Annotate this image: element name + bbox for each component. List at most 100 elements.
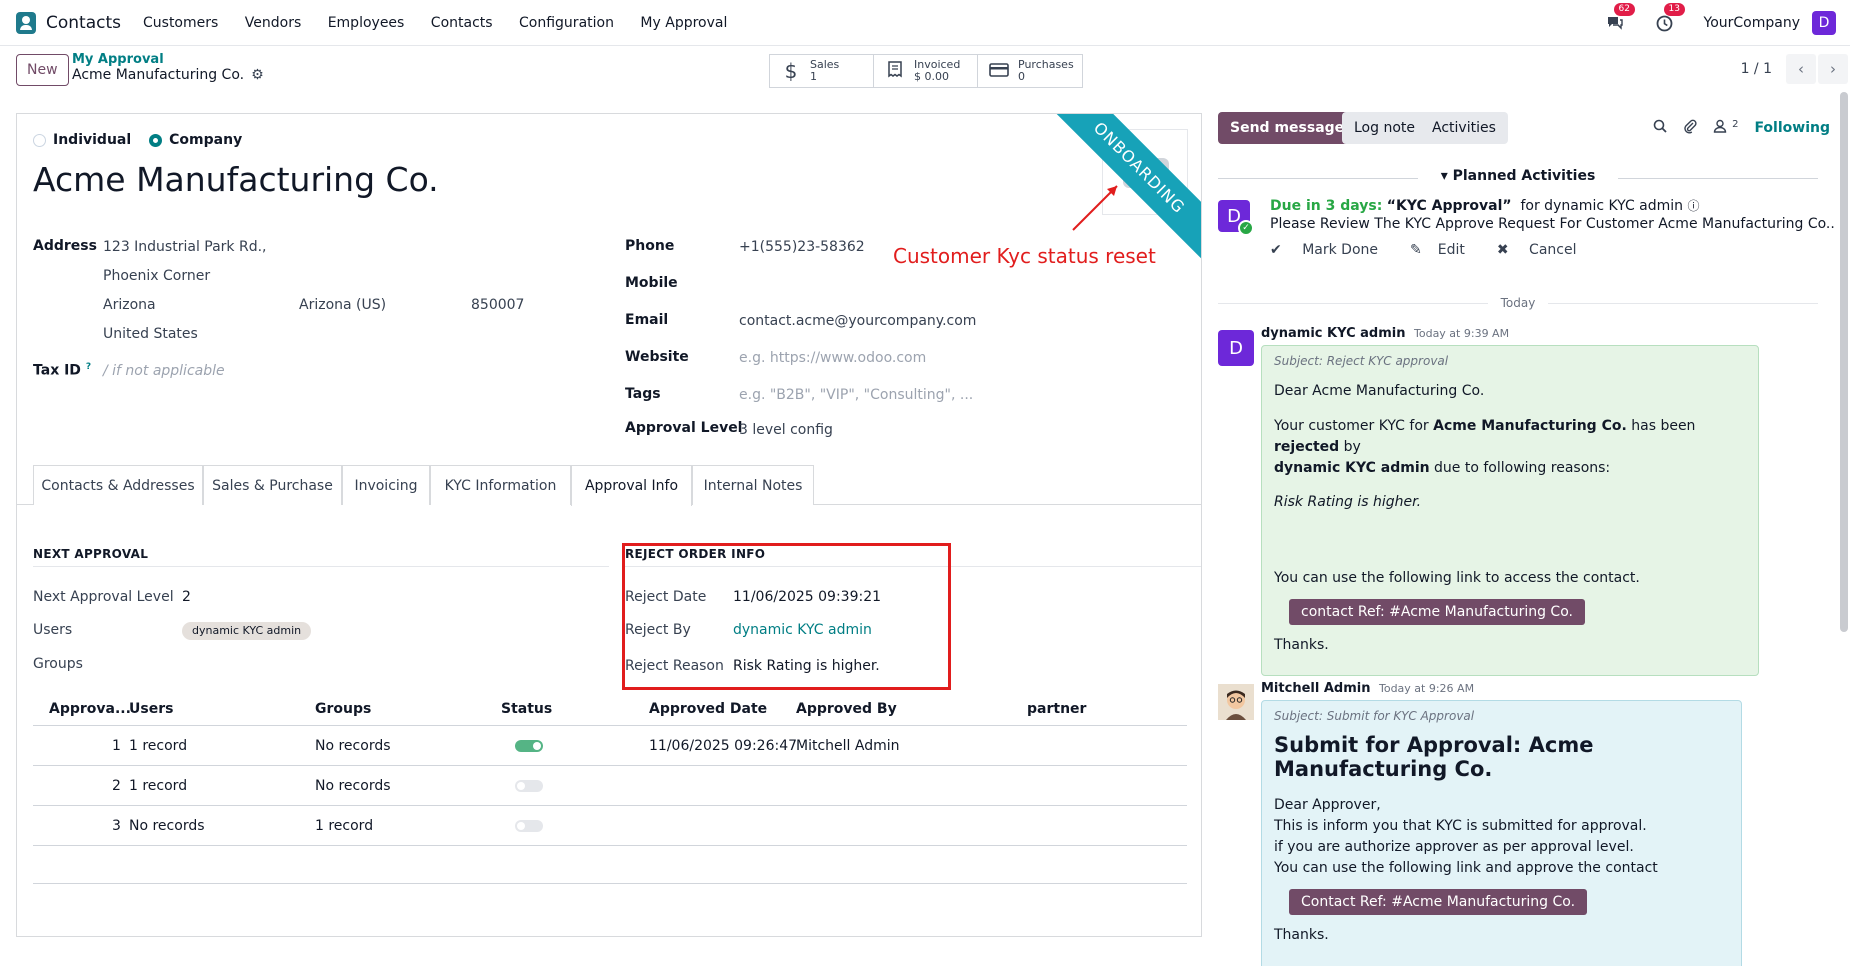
message-line: You can use the following link and appro… [1274, 860, 1658, 876]
phone-field[interactable]: +1(555)23-58362 [739, 239, 865, 255]
users-tag[interactable]: dynamic KYC admin [182, 622, 312, 640]
followers-count: 2 [1732, 119, 1739, 130]
next-approval-level-value[interactable]: 2 [182, 589, 191, 605]
planned-activities-toggle[interactable]: ▾ Planned Activities [1218, 168, 1818, 188]
contact-ref-button[interactable]: contact Ref: #Acme Manufacturing Co. [1289, 599, 1585, 625]
street-field[interactable]: 123 Industrial Park Rd., [103, 239, 267, 255]
purchases-smart-button[interactable]: Purchases 0 [978, 55, 1082, 87]
tax-id-help-icon[interactable]: ? [86, 362, 91, 372]
message-paragraph: Your customer KYC for Acme Manufacturing… [1274, 418, 1696, 476]
message-body-submit: Subject: Submit for KYC Approval Submit … [1261, 700, 1742, 966]
breadcrumb-current: Acme Manufacturing Co. ⚙ [72, 67, 264, 84]
row-level: 3 [112, 817, 121, 834]
tab-kyc-information[interactable]: KYC Information [430, 465, 571, 505]
menu-vendors[interactable]: Vendors [245, 15, 301, 31]
tab-contacts-addresses[interactable]: Contacts & Addresses [33, 465, 203, 505]
tab-invoicing[interactable]: Invoicing [342, 465, 430, 505]
city-field[interactable]: Arizona [103, 297, 156, 313]
col-groups[interactable]: Groups [315, 701, 371, 717]
table-empty-row [33, 846, 1187, 884]
zip-field[interactable]: 850007 [471, 297, 524, 313]
mobile-field[interactable] [739, 275, 1039, 293]
table-row[interactable]: 2 1 record No records [33, 766, 1187, 806]
purchases-label: Purchases [1018, 58, 1074, 71]
email-field[interactable]: contact.acme@yourcompany.com [739, 313, 976, 329]
status-toggle-off[interactable] [515, 819, 543, 832]
radio-company-label[interactable]: Company [169, 132, 242, 148]
radio-individual[interactable] [33, 133, 46, 147]
pager-next-icon[interactable]: › [1818, 54, 1848, 84]
following-button[interactable]: Following [1754, 120, 1830, 136]
cancel-activity-button[interactable]: ✖ Cancel [1497, 242, 1593, 258]
col-partner[interactable]: partner [1027, 701, 1086, 717]
breadcrumb-current-label: Acme Manufacturing Co. [72, 67, 245, 83]
contacts-app-icon[interactable] [16, 11, 36, 34]
app-name[interactable]: Contacts [46, 13, 121, 33]
menu-my-approval[interactable]: My Approval [640, 15, 727, 31]
tags-field[interactable]: e.g. "B2B", "VIP", "Consulting", ... [739, 387, 973, 403]
col-status[interactable]: Status [501, 701, 552, 717]
menu-customers[interactable]: Customers [143, 15, 218, 31]
send-message-button[interactable]: Send message [1218, 112, 1357, 144]
website-label: Website [625, 349, 689, 365]
col-approval-level[interactable]: Approva... [49, 701, 131, 717]
table-row[interactable]: 3 No records 1 record [33, 806, 1187, 846]
radio-individual-label[interactable]: Individual [53, 132, 131, 148]
tab-internal-notes[interactable]: Internal Notes [692, 465, 814, 505]
record-name-field[interactable]: Acme Manufacturing Co. [33, 160, 439, 199]
sales-smart-button[interactable]: $ Sales 1 [770, 55, 874, 87]
log-note-button[interactable]: Log note [1342, 112, 1427, 144]
menu-contacts[interactable]: Contacts [431, 15, 493, 31]
radio-company[interactable] [149, 133, 163, 147]
state-field[interactable]: Arizona (US) [299, 297, 386, 313]
pencil-icon: ✎ [1410, 242, 1422, 258]
col-approved-by[interactable]: Approved By [796, 701, 897, 717]
menu-configuration[interactable]: Configuration [519, 15, 614, 31]
table-row[interactable]: 1 1 record No records 11/06/2025 09:26:4… [33, 726, 1187, 766]
followers-icon[interactable]: 2 [1713, 119, 1738, 137]
tab-sales-purchase[interactable]: Sales & Purchase [203, 465, 342, 505]
dollar-icon: $ [784, 59, 798, 83]
search-icon[interactable] [1653, 119, 1667, 137]
new-button[interactable]: New [16, 54, 69, 86]
gear-icon[interactable]: ⚙ [251, 67, 264, 84]
paperclip-icon[interactable] [1683, 118, 1697, 138]
country-field[interactable]: United States [103, 326, 198, 342]
menu-employees[interactable]: Employees [328, 15, 405, 31]
user-avatar[interactable]: D [1812, 11, 1836, 35]
info-icon[interactable]: ⓘ [1688, 199, 1700, 213]
activities-badge: 13 [1663, 3, 1685, 16]
breadcrumb-my-approval[interactable]: My Approval [72, 52, 264, 67]
activities-clock-icon[interactable]: 13 [1654, 3, 1685, 34]
chatter-scrollbar[interactable] [1840, 92, 1848, 632]
activity-due: Due in 3 days: [1270, 198, 1383, 214]
tax-id-input[interactable]: / if not applicable [103, 363, 225, 379]
status-toggle-off[interactable] [515, 779, 543, 792]
messages-icon[interactable]: 62 [1604, 3, 1635, 34]
pager-previous-icon[interactable]: ‹ [1786, 54, 1816, 84]
street2-field[interactable]: Phoenix Corner [103, 268, 210, 284]
mark-done-button[interactable]: ✔ Mark Done [1270, 242, 1394, 258]
message-author-name[interactable]: dynamic KYC admin [1261, 326, 1405, 341]
contact-ref-approve-button[interactable]: Contact Ref: #Acme Manufacturing Co. [1289, 889, 1588, 915]
next-approval-title: NEXT APPROVAL [33, 547, 149, 561]
groups-label: Groups [33, 656, 83, 672]
status-toggle-on[interactable] [515, 739, 543, 752]
pager-value[interactable]: 1 / 1 [1741, 61, 1772, 77]
row-users: 1 record [129, 777, 188, 794]
edit-activity-button[interactable]: ✎ Edit [1410, 242, 1481, 258]
message-author-name[interactable]: Mitchell Admin [1261, 681, 1370, 696]
approval-level-field[interactable]: 3 level config [739, 422, 833, 438]
next-approval-divider [33, 566, 609, 567]
row-users: No records [129, 817, 205, 834]
chatter-panel: Send message Log note Activities 2 Follo… [1218, 92, 1850, 966]
website-field[interactable]: e.g. https://www.odoo.com [739, 350, 926, 366]
tab-approval-info[interactable]: Approval Info [571, 465, 692, 506]
company-switcher[interactable]: YourCompany [1704, 15, 1801, 31]
activities-button[interactable]: Activities [1420, 112, 1508, 144]
invoiced-smart-button[interactable]: Invoiced $ 0.00 [874, 55, 978, 87]
col-approved-date[interactable]: Approved Date [649, 701, 767, 717]
message-avatar[interactable]: D [1218, 330, 1254, 366]
col-users[interactable]: Users [129, 701, 173, 717]
mitchell-avatar[interactable] [1218, 684, 1254, 720]
